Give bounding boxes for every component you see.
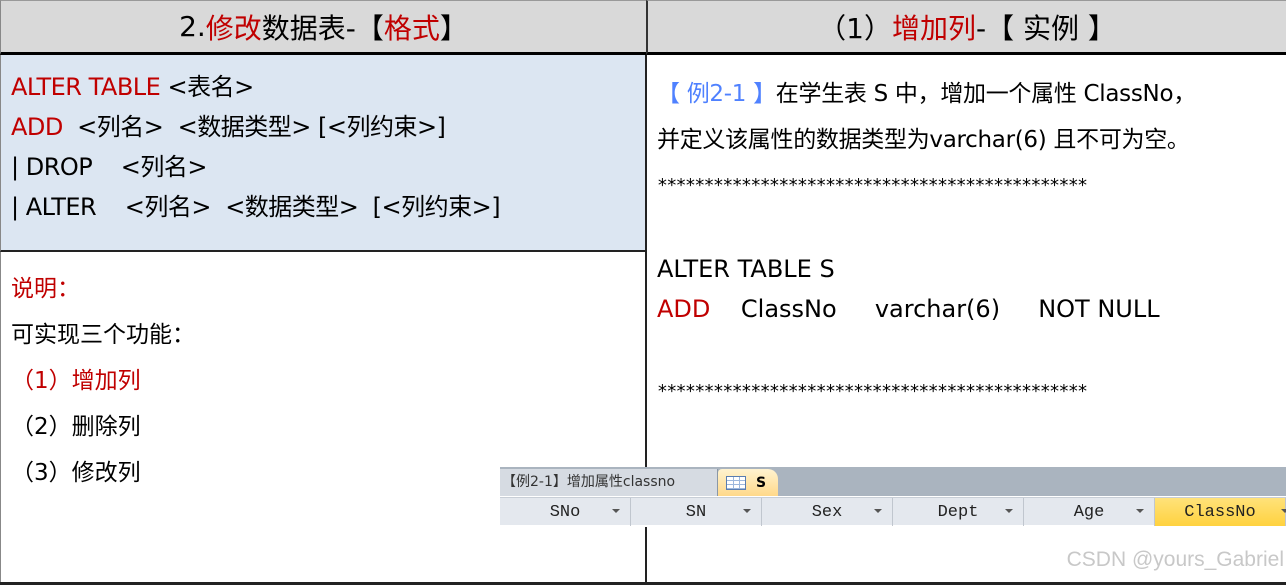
example-text-1: 在学生表 S 中，增加一个属性 ClassNo， [775, 81, 1196, 107]
notes-intro: 可实现三个功能： [11, 322, 195, 348]
example-header-highlight: 增加列 [891, 11, 976, 45]
column-header-sex[interactable]: Sex [762, 498, 893, 526]
example-header-suffix: -【 实例 】 [975, 11, 1116, 45]
dropdown-arrow-icon[interactable] [874, 509, 882, 513]
example-header-prefix: （1） [818, 11, 892, 45]
example-description-line2: 并定义该属性的数据类型为varchar(6) 且不可为空。 [657, 127, 1190, 153]
column-header-sn[interactable]: SN [631, 498, 762, 526]
notes-box: 说明： 可实现三个功能： （1）增加列 （2）删除列 （3）修改列 [0, 252, 646, 582]
tab-table-label: S [756, 474, 767, 491]
column-label: SN [685, 502, 707, 522]
column-label: Sex [811, 502, 843, 522]
syntax-keyword-add: ADD [11, 113, 63, 141]
syntax-box: ALTER TABLE <表名> ADD <列名> <数据类型> [<列约束>]… [0, 55, 646, 252]
notes-item-drop-column: （2）删除列 [11, 414, 141, 440]
tab-table-s[interactable]: S [718, 469, 778, 496]
header-middle: 数据表-【 [261, 11, 384, 45]
syntax-line-alter-table: ALTER TABLE <表名> [11, 67, 636, 107]
star-separator-top: ****************************************… [657, 175, 1088, 196]
code-line-alter-table: ALTER TABLE S [657, 255, 835, 283]
table-icon [726, 475, 746, 490]
tab-query[interactable]: 【例2-1】增加属性classno [500, 469, 718, 496]
notes-title: 说明： [11, 276, 80, 302]
column-header-dept[interactable]: Dept [893, 498, 1024, 526]
syntax-add-args: <列名> <数据类型> [<列约束>] [62, 113, 446, 141]
dropdown-arrow-icon[interactable] [743, 509, 751, 513]
dropdown-arrow-icon[interactable] [1136, 509, 1144, 513]
syntax-keyword-alter-table: ALTER TABLE [11, 73, 161, 101]
star-separator-bottom: ****************************************… [657, 381, 1088, 402]
column-header-sno[interactable]: SNo [500, 498, 631, 526]
example-header: （1） 增加列 -【 实例 】 [646, 0, 1286, 55]
header-suffix: 】 [439, 11, 468, 45]
example-description-line1: 【 例2-1 】在学生表 S 中，增加一个属性 ClassNo， [657, 71, 1276, 117]
column-header-row: SNo SN Sex Dept Age ClassNo [500, 497, 1286, 526]
dropdown-arrow-icon[interactable] [612, 509, 620, 513]
document-tab-bar: 【例2-1】增加属性classno S [500, 467, 1286, 496]
syntax-line-add: ADD <列名> <数据类型> [<列约束>] [11, 107, 636, 147]
column-label: SNo [549, 502, 581, 522]
syntax-table-name: <表名> [160, 73, 254, 101]
column-label: ClassNo [1184, 502, 1256, 522]
code-line-add: ADD ClassNo varchar(6) NOT NULL [657, 289, 1276, 329]
header-prefix: 2. [179, 10, 206, 43]
example-label: 【 例2-1 】 [657, 81, 776, 107]
header-highlight-modify: 修改 [205, 11, 262, 45]
column-label: Dept [937, 502, 979, 522]
column-header-age[interactable]: Age [1024, 498, 1155, 526]
syntax-line-alter: | ALTER <列名> <数据类型> [<列约束>] [11, 193, 501, 221]
example-box: 【 例2-1 】在学生表 S 中，增加一个属性 ClassNo， 并定义该属性的… [647, 55, 1286, 467]
notes-item-add-column: （1）增加列 [11, 368, 141, 394]
column-header-classno[interactable]: ClassNo [1155, 498, 1286, 526]
bottom-border [0, 582, 1286, 585]
dropdown-arrow-icon[interactable] [1281, 509, 1286, 513]
watermark: CSDN @yours_Gabriel [1066, 548, 1284, 571]
code-add-args: ClassNo varchar(6) NOT NULL [710, 295, 1160, 323]
syntax-line-drop: | DROP <列名> [11, 153, 207, 181]
dropdown-arrow-icon[interactable] [1005, 509, 1013, 513]
code-keyword-add: ADD [657, 295, 711, 323]
format-header: 2. 修改 数据表-【 格式 】 [0, 0, 646, 55]
access-datasheet-screenshot: 【例2-1】增加属性classno S SNo SN Sex Dept Age … [500, 467, 1286, 527]
column-label: Age [1073, 502, 1105, 522]
header-highlight-format: 格式 [383, 11, 440, 45]
